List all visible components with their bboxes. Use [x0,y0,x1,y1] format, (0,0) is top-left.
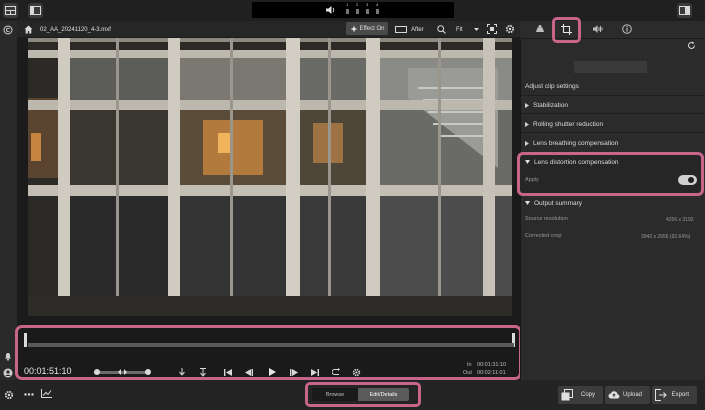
shuttle-center-icon[interactable] [118,368,127,376]
tab-info[interactable] [619,22,635,36]
next-frame-icon[interactable] [288,366,300,378]
section-rolling-shutter[interactable]: Rolling shutter reduction [525,118,695,130]
upload-label: Upload [622,392,642,398]
preview-image [28,38,512,316]
chevron-right-icon [525,102,529,108]
crop-icon [560,23,572,35]
lens-distortion-label: Lens distortion compensation [534,158,619,166]
shuttle-knob-right[interactable] [145,369,151,375]
out-time: 00:02:11:01 [477,370,506,376]
go-to-end-icon[interactable] [309,366,321,378]
layout-icon[interactable] [3,3,18,18]
fullscreen-icon[interactable] [487,24,497,34]
tab-audio[interactable] [589,22,605,36]
reset-icon[interactable] [687,41,696,50]
export-icon [655,389,667,401]
chevron-right-icon [525,121,529,127]
in-time: 00:01:31:10 [477,362,507,368]
effect-on-button[interactable]: Effect On [346,22,388,35]
copy-button[interactable]: Copy [558,386,603,404]
mark-out-icon[interactable] [197,366,209,378]
section-stabilization[interactable]: Stabilization [525,99,695,111]
play-icon[interactable] [266,366,278,378]
preset-placeholder [574,61,647,73]
zoom-icon[interactable] [437,25,446,34]
lens-breathing-label: Lens breathing compensation [533,139,619,147]
copyright-icon[interactable] [3,25,13,35]
source-resolution-value: 4256 x 3192 [666,217,694,223]
info-icon [622,24,632,34]
chevron-down-icon [525,160,530,164]
adjust-clip-title: Adjust clip settings [525,83,579,90]
edit-details-button[interactable]: Edit/Details [358,388,409,401]
source-resolution-label: Source resolution [525,216,568,222]
divider [520,113,705,114]
go-to-start-icon[interactable] [222,366,234,378]
channel-3: 3 [366,2,369,7]
export-button[interactable]: Export [652,386,697,404]
channel-2: 2 [356,2,359,7]
export-label: Export [671,392,689,398]
more-icon[interactable] [24,393,34,396]
after-label[interactable]: After [411,27,424,33]
after-view-icon[interactable] [395,26,407,33]
chart-icon[interactable] [41,389,52,398]
copy-icon [561,389,573,401]
in-label: In [467,362,472,368]
divider [520,95,705,96]
apply-toggle-knob [688,177,694,183]
loop-icon[interactable] [330,366,342,378]
chevron-down-icon[interactable] [474,28,479,32]
tab-adjust-clip[interactable] [558,22,574,36]
shuttle-knob-left[interactable] [94,369,100,375]
in-marker[interactable] [24,333,27,347]
account-icon[interactable] [3,368,13,378]
chevron-right-icon [525,140,529,146]
bell-icon[interactable] [3,351,13,361]
timeline-scrubber[interactable] [28,343,514,347]
output-summary-label: Output summary [534,199,583,207]
chevron-down-icon [525,201,530,205]
rolling-shutter-label: Rolling shutter reduction [533,120,604,128]
apply-label: Apply [525,177,539,183]
divider [520,132,705,133]
channel-1: 1 [346,2,349,7]
gear-icon[interactable] [505,24,515,34]
mark-in-icon[interactable] [176,366,188,378]
tab-color[interactable] [532,22,548,36]
stabilization-label: Stabilization [533,101,569,109]
section-output-summary[interactable]: Output summary [525,197,695,209]
copy-label: Copy [580,392,595,398]
corrected-crop-value: 3942 x 2956 (92.64%) [641,234,691,240]
sidebar-toggle-icon[interactable] [28,3,43,18]
effect-on-label: Effect On [359,25,385,32]
channel-4: 4 [376,2,379,7]
upload-button[interactable]: Upload [605,386,650,404]
clip-name: 02_AA_20241120_4-3.mxf [40,27,111,33]
home-icon[interactable] [24,25,33,34]
fit-select[interactable]: Fit [456,27,463,33]
corrected-crop-label: Corrected crop [525,233,562,239]
cloud-upload-icon [608,391,620,399]
prev-frame-icon[interactable] [243,366,255,378]
effect-icon [350,25,358,32]
browse-button[interactable]: Browse [312,388,358,401]
audio-waveform-icon [592,25,602,33]
right-panel-icon[interactable] [677,3,692,18]
timecode-display: 00:01:51:10 [24,366,72,376]
level-bars [346,9,386,14]
out-label: Out [463,370,472,376]
palette-icon [536,25,544,32]
speaker-icon[interactable] [325,5,336,15]
playback-settings-icon[interactable] [350,366,362,378]
section-lens-distortion[interactable]: Lens distortion compensation [525,156,695,168]
section-lens-breathing[interactable]: Lens breathing compensation [525,137,695,149]
settings-icon[interactable] [4,390,14,400]
